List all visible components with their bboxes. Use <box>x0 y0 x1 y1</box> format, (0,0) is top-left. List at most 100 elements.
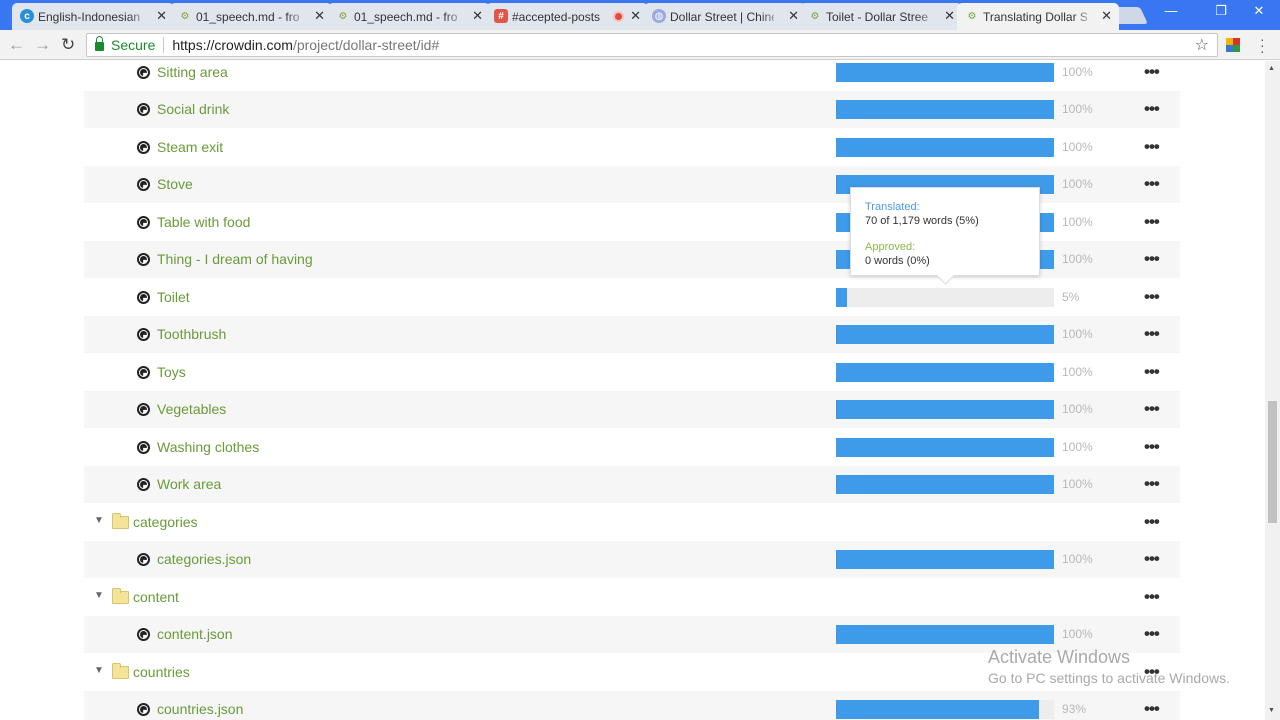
progress-percent: 100% <box>1062 102 1093 116</box>
browser-tab[interactable]: c English-Indonesian ✕ <box>12 3 174 30</box>
close-tab-icon[interactable]: ✕ <box>1101 8 1112 24</box>
file-row[interactable]: Vegetables 100% ••• <box>84 391 1180 428</box>
progress-bar[interactable] <box>836 363 1054 382</box>
more-options-icon[interactable]: ••• <box>1144 579 1160 614</box>
progress-bar[interactable] <box>836 100 1054 119</box>
file-row[interactable]: Toys 100% ••• <box>84 354 1180 391</box>
file-row[interactable]: Toilet 5% ••• <box>84 279 1180 316</box>
more-options-icon[interactable]: ••• <box>1144 91 1160 126</box>
file-icon <box>137 441 150 454</box>
scroll-down-icon[interactable]: ▼ <box>1268 707 1275 714</box>
more-options-icon[interactable]: ••• <box>1144 354 1160 389</box>
progress-bar[interactable] <box>836 550 1054 569</box>
file-name-link[interactable]: Work area <box>157 466 221 503</box>
more-options-icon[interactable]: ••• <box>1144 241 1160 276</box>
progress-bar[interactable] <box>836 63 1054 82</box>
bookmark-star-icon[interactable]: ☆ <box>1195 35 1209 55</box>
close-tab-icon[interactable]: ✕ <box>788 8 799 24</box>
file-icon <box>137 103 150 116</box>
progress-bar[interactable] <box>836 475 1054 494</box>
more-options-icon[interactable]: ••• <box>1144 279 1160 314</box>
progress-bar[interactable] <box>836 700 1054 719</box>
close-tab-icon[interactable]: ✕ <box>944 8 955 24</box>
more-options-icon[interactable]: ••• <box>1144 129 1160 164</box>
file-name-link[interactable]: content.json <box>157 616 233 653</box>
restore-icon[interactable]: ❐ <box>1206 2 1236 20</box>
file-name-link[interactable]: Thing - I dream of having <box>157 241 313 278</box>
file-name-link[interactable]: Toothbrush <box>157 316 226 353</box>
more-options-icon[interactable]: ••• <box>1144 316 1160 351</box>
folder-name[interactable]: content <box>133 579 179 616</box>
browser-menu-icon[interactable]: · · · <box>1260 32 1265 58</box>
collapse-chevron-icon[interactable]: ▼ <box>94 665 104 676</box>
more-options-icon[interactable]: ••• <box>1144 541 1160 576</box>
folder-icon <box>112 588 129 604</box>
progress-percent: 100% <box>1062 440 1093 454</box>
progress-percent: 100% <box>1062 215 1093 229</box>
page-scrollbar[interactable]: ▲ ▼ <box>1265 61 1280 720</box>
file-row[interactable]: countries.json 93% ••• <box>84 691 1180 720</box>
minimize-icon[interactable]: — <box>1156 2 1186 20</box>
progress-bar[interactable] <box>836 625 1054 644</box>
file-name-link[interactable]: Steam exit <box>157 129 223 166</box>
progress-bar[interactable] <box>836 325 1054 344</box>
file-name-link[interactable]: Table with food <box>157 204 250 241</box>
more-options-icon[interactable]: ••• <box>1144 166 1160 201</box>
progress-bar[interactable] <box>836 288 1054 307</box>
close-window-icon[interactable]: ✕ <box>1244 2 1274 20</box>
more-options-icon[interactable]: ••• <box>1144 691 1160 720</box>
folder-name[interactable]: categories <box>133 504 198 541</box>
reload-icon[interactable]: ↻ <box>61 35 75 55</box>
file-icon <box>137 178 150 191</box>
more-options-icon[interactable]: ••• <box>1144 61 1160 89</box>
file-name-link[interactable]: countries.json <box>157 691 243 720</box>
more-options-icon[interactable]: ••• <box>1144 504 1160 539</box>
scrollbar-thumb[interactable] <box>1268 401 1277 523</box>
folder-row[interactable]: ▼ content ••• <box>84 579 1180 616</box>
file-name-link[interactable]: Toys <box>157 354 186 391</box>
file-name-link[interactable]: categories.json <box>157 541 251 578</box>
browser-tab[interactable]: ⚙ Toilet - Dollar Stree ✕ <box>800 3 962 30</box>
file-row[interactable]: Social drink 100% ••• <box>84 91 1180 128</box>
collapse-chevron-icon[interactable]: ▼ <box>94 515 104 526</box>
progress-bar[interactable] <box>836 138 1054 157</box>
close-tab-icon[interactable]: ✕ <box>472 8 483 24</box>
browser-tab[interactable]: # #accepted-posts ✕ <box>486 3 648 30</box>
tooltip-translated-label: Translated: <box>865 201 920 213</box>
close-tab-icon[interactable]: ✕ <box>314 8 325 24</box>
file-name-link[interactable]: Stove <box>157 166 193 203</box>
more-options-icon[interactable]: ••• <box>1144 616 1160 651</box>
file-row[interactable]: Work area 100% ••• <box>84 466 1180 503</box>
browser-tab[interactable]: ⚙ 01_speech.md - from ✕ <box>170 3 332 30</box>
address-bar[interactable]: Secure https://crowdin.com/project/dolla… <box>86 33 1218 57</box>
scroll-up-icon[interactable]: ▲ <box>1268 65 1275 72</box>
close-tab-icon[interactable]: ✕ <box>630 8 641 24</box>
browser-tab[interactable]: ◍ Dollar Street | Chine ✕ <box>644 3 806 30</box>
file-row[interactable]: Steam exit 100% ••• <box>84 129 1180 166</box>
more-options-icon[interactable]: ••• <box>1144 204 1160 239</box>
file-row[interactable]: Sitting area 100% ••• <box>84 61 1180 91</box>
more-options-icon[interactable]: ••• <box>1144 466 1160 501</box>
file-row[interactable]: Toothbrush 100% ••• <box>84 316 1180 353</box>
file-row[interactable]: categories.json 100% ••• <box>84 541 1180 578</box>
browser-tab[interactable]: ⚙ 01_speech.md - from ✕ <box>328 3 490 30</box>
file-name-link[interactable]: Vegetables <box>157 391 226 428</box>
more-options-icon[interactable]: ••• <box>1144 429 1160 464</box>
tab-title: Translating Dollar S <box>983 9 1087 24</box>
file-row[interactable]: Washing clothes 100% ••• <box>84 429 1180 466</box>
collapse-chevron-icon[interactable]: ▼ <box>94 590 104 601</box>
more-options-icon[interactable]: ••• <box>1144 391 1160 426</box>
progress-bar[interactable] <box>836 438 1054 457</box>
browser-tab-active[interactable]: ⚙ Translating Dollar S ✕ <box>957 3 1119 30</box>
file-name-link[interactable]: Social drink <box>157 91 229 128</box>
file-name-link[interactable]: Washing clothes <box>157 429 259 466</box>
back-icon[interactable]: ← <box>8 35 25 55</box>
file-name-link[interactable]: Sitting area <box>157 61 228 91</box>
folder-row[interactable]: ▼ categories ••• <box>84 504 1180 541</box>
extension-icon[interactable] <box>1226 38 1240 52</box>
progress-bar[interactable] <box>836 400 1054 419</box>
close-tab-icon[interactable]: ✕ <box>156 8 167 24</box>
forward-icon[interactable]: → <box>34 35 51 55</box>
file-name-link[interactable]: Toilet <box>157 279 190 316</box>
folder-name[interactable]: countries <box>133 654 190 691</box>
